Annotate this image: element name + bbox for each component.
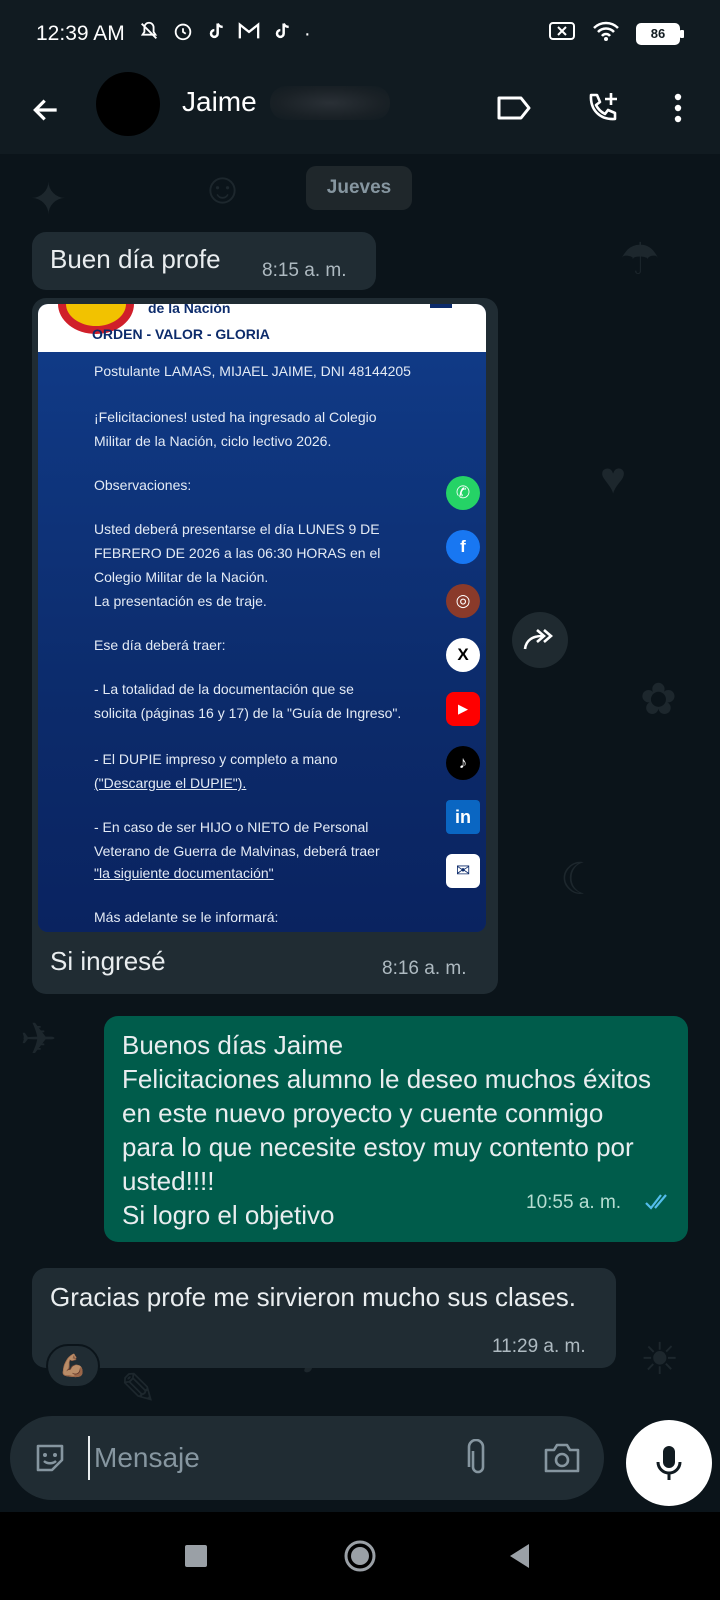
image-line: solicita (páginas 16 y 17) de la "Guía d…	[94, 705, 402, 721]
image-line: Más adelante se le informará:	[94, 909, 279, 925]
image-line: Ese día deberá traer:	[94, 637, 226, 653]
dot-icon: ·	[304, 23, 311, 45]
message-bubble-incoming[interactable]: Gracias profe me sirvieron mucho sus cla…	[32, 1268, 616, 1368]
label-icon	[497, 96, 531, 120]
message-bubble-outgoing[interactable]: Buenos días Jaime Felicitaciones alumno …	[104, 1016, 688, 1242]
tiktok-icon	[272, 20, 292, 48]
image-line: ("Descargue el DUPIE").	[94, 775, 247, 791]
image-line: - La totalidad de la documentación que s…	[94, 681, 354, 697]
instagram-icon: ◎	[446, 584, 480, 618]
mute-icon	[138, 20, 160, 48]
paperclip-icon	[467, 1439, 485, 1474]
linkedin-icon: in	[446, 800, 480, 834]
image-caption: Si ingresé	[50, 946, 166, 976]
image-message-bubble[interactable]: de la Nación ORDEN - VALOR - GLORIA Post…	[32, 298, 498, 994]
square-icon	[185, 1545, 207, 1567]
facebook-icon: f	[446, 530, 480, 564]
chat-area[interactable]: ✦ ☺ ☂ ♥ ✿ ☾ ✈ ♪ ☀ ✎ Jueves Buen día prof…	[0, 154, 720, 1418]
wallpaper-doodle: ☾	[560, 855, 600, 904]
image-header: de la Nación ORDEN - VALOR - GLORIA	[38, 304, 486, 352]
image-motto: ORDEN - VALOR - GLORIA	[92, 326, 270, 342]
forward-icon	[523, 629, 553, 650]
no-sim-icon	[548, 20, 576, 47]
status-time: 12:39 AM	[36, 22, 125, 45]
gmail-icon	[238, 21, 260, 47]
notification-icons: ·	[138, 20, 311, 48]
message-reaction[interactable]: 💪🏽	[46, 1344, 100, 1388]
chat-header: Jaime	[0, 70, 720, 154]
message-time: 11:29 a. m.	[492, 1336, 586, 1357]
wallpaper-doodle: ♥	[600, 454, 627, 503]
wallpaper-doodle: ☂	[620, 235, 660, 284]
whatsapp-icon: ✆	[446, 476, 480, 510]
wallpaper-doodle: ✈	[20, 1015, 57, 1064]
home-circle-icon	[344, 1540, 376, 1572]
image-line: Usted deberá presentarse el día LUNES 9 …	[94, 521, 380, 537]
voice-message-button[interactable]	[626, 1420, 712, 1506]
triangle-back-icon	[510, 1544, 529, 1568]
image-line: Postulante LAMAS, MIJAEL JAIME, DNI 4814…	[94, 363, 411, 379]
image-line: Observaciones:	[94, 477, 192, 493]
image-line: Colegio Militar de la Nación.	[94, 569, 269, 585]
alarm-icon	[172, 20, 194, 48]
date-chip: Jueves	[306, 166, 412, 210]
tiktok-icon: ♪	[446, 746, 480, 780]
read-ticks-icon	[645, 1194, 667, 1210]
message-time: 8:15 a. m.	[262, 260, 347, 281]
message-input[interactable]	[88, 1436, 448, 1480]
system-icons: 86	[548, 20, 684, 47]
image-line: Militar de la Nación, ciclo lectivo 2026…	[94, 433, 332, 449]
wifi-icon	[592, 20, 620, 47]
message-text: Buen día profe	[50, 244, 221, 274]
wallpaper-doodle: ✦	[30, 175, 67, 224]
mail-icon: ✉	[446, 854, 480, 888]
add-call-icon	[589, 93, 617, 121]
back-nav-button[interactable]	[498, 1534, 542, 1578]
composer	[10, 1416, 604, 1500]
status-bar: 12:39 AM · 86	[0, 0, 720, 70]
image-line: - En caso de ser HIJO o NIETO de Persona…	[94, 819, 369, 835]
message-time: 10:55 a. m.	[526, 1192, 622, 1213]
label-button[interactable]	[490, 84, 538, 132]
menu-icon	[430, 304, 452, 308]
battery-icon: 86	[636, 22, 684, 45]
sticker-icon	[36, 1444, 64, 1472]
camera-button[interactable]	[540, 1436, 584, 1480]
image-line: "la siguiente documentación"	[94, 865, 274, 881]
microphone-icon	[656, 1446, 682, 1480]
more-options-button[interactable]	[654, 84, 702, 132]
image-attachment[interactable]: de la Nación ORDEN - VALOR - GLORIA Post…	[38, 304, 486, 932]
back-arrow-icon	[33, 99, 57, 121]
image-line: ¡Felicitaciones! usted ha ingresado al C…	[94, 409, 377, 425]
image-line: FEBRERO DE 2026 a las 06:30 HORAS en el	[94, 545, 381, 561]
forward-button[interactable]	[512, 612, 568, 668]
image-line: La presentación es de traje.	[94, 593, 267, 609]
youtube-icon: ▶	[446, 692, 480, 726]
tiktok-icon	[206, 20, 226, 48]
wallpaper-doodle: ✎	[120, 1365, 157, 1414]
attach-button[interactable]	[456, 1436, 500, 1480]
contact-name[interactable]: Jaime	[182, 86, 257, 118]
message-time: 8:16 a. m.	[382, 958, 467, 979]
message-text: Gracias profe me sirvieron mucho sus cla…	[50, 1282, 576, 1312]
back-button[interactable]	[24, 88, 68, 132]
message-bubble-incoming[interactable]: Buen día profe 8:15 a. m.	[32, 232, 376, 290]
wallpaper-doodle: ☀	[640, 1335, 680, 1384]
add-call-button[interactable]	[578, 84, 626, 132]
home-button[interactable]	[338, 1534, 382, 1578]
navigation-bar	[0, 1512, 720, 1600]
image-line: Veterano de Guerra de Malvinas, deberá t…	[94, 843, 380, 859]
wallpaper-doodle: ☺	[200, 164, 245, 213]
avatar[interactable]	[96, 72, 160, 136]
image-header-fragment: de la Nación	[148, 304, 231, 316]
emoji-button[interactable]	[28, 1436, 72, 1480]
image-line: - El DUPIE impreso y completo a mano	[94, 751, 338, 767]
x-icon: X	[446, 638, 480, 672]
recents-button[interactable]	[174, 1534, 218, 1578]
redacted-surname	[270, 86, 390, 120]
wallpaper-doodle: ✿	[640, 675, 677, 724]
more-vert-icon	[674, 93, 682, 123]
camera-icon	[544, 1443, 580, 1473]
